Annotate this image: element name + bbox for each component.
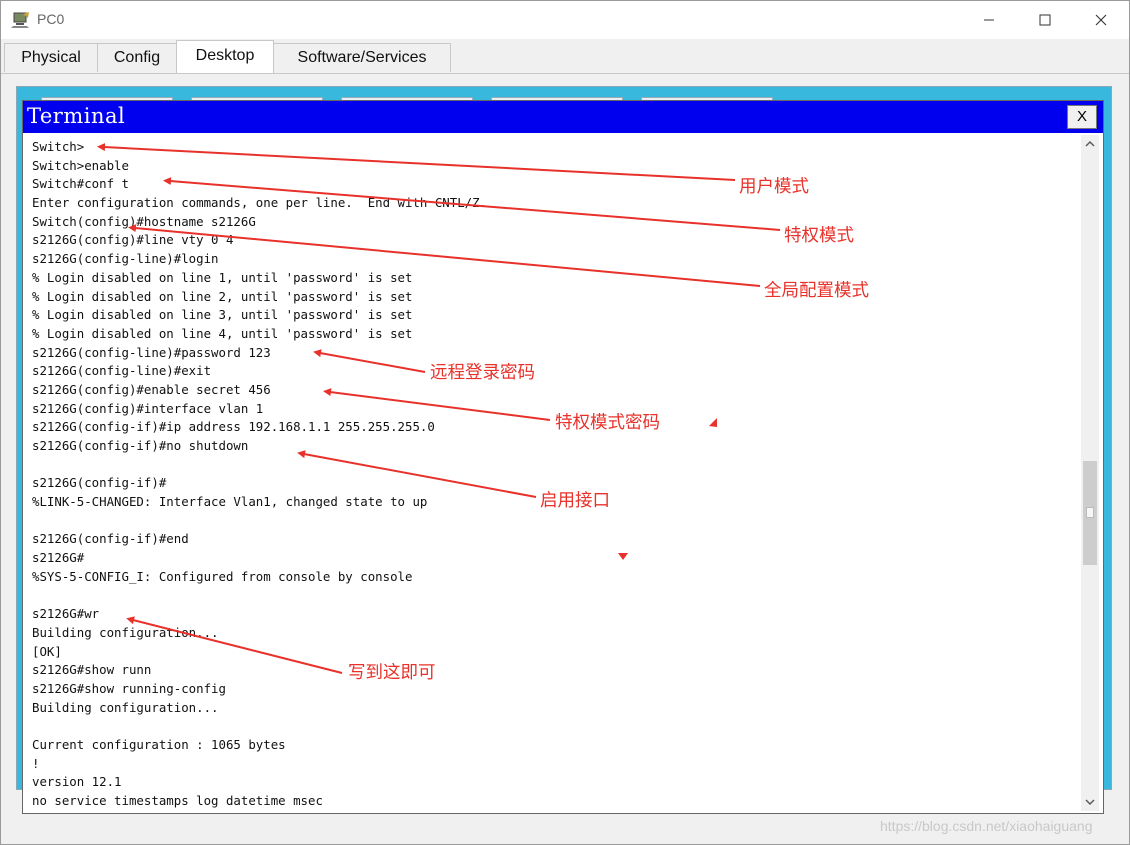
terminal-header: Terminal X xyxy=(23,101,1103,133)
terminal-line: s2126G(config)#interface vlan 1 xyxy=(32,400,264,416)
terminal-line: version 12.1 xyxy=(32,774,122,790)
window-title: PC0 xyxy=(37,11,65,27)
close-icon xyxy=(1095,14,1107,26)
terminal-line: % Login disabled on line 2, until 'passw… xyxy=(32,288,413,304)
terminal-line: no service timestamps log datetime msec xyxy=(32,793,323,809)
maximize-icon xyxy=(1039,14,1051,26)
terminal-line: s2126G#wr xyxy=(32,606,100,622)
terminal-line: Building configuration... xyxy=(32,699,219,715)
chevron-up-icon xyxy=(1085,141,1095,147)
annotation-label-user-mode: 用户模式 xyxy=(739,177,809,197)
terminal-line: s2126G(config-if)# xyxy=(32,475,167,491)
terminal-line: s2126G(config)#line vty 0 4 xyxy=(32,232,234,248)
minimize-button[interactable] xyxy=(961,1,1017,39)
annotation-label-global-config-mode: 全局配置模式 xyxy=(764,281,869,301)
terminal-output[interactable]: Switch> Switch>enable Switch#conf t Enter c… xyxy=(25,135,1079,811)
scroll-up-button[interactable] xyxy=(1081,135,1099,153)
terminal-line: % Login disabled on line 4, until 'passw… xyxy=(32,325,413,341)
watermark: https://blog.csdn.net/xiaohaiguang xyxy=(880,818,1093,834)
pc-app-icon xyxy=(11,12,29,28)
terminal-line: Switch#conf t xyxy=(32,176,129,192)
scroll-down-button[interactable] xyxy=(1081,793,1099,811)
terminal-scrollbar[interactable] xyxy=(1081,135,1099,811)
terminal-line: s2126G(config-if)#ip address 192.168.1.1… xyxy=(32,419,435,435)
terminal-line: s2126G(config-if)#no shutdown xyxy=(32,438,249,453)
terminal-line: Switch(config)#hostname s2126G xyxy=(32,213,256,229)
chevron-down-icon xyxy=(1085,799,1095,805)
tab-desktop[interactable]: Desktop xyxy=(176,40,274,73)
terminal-line: Enter configuration commands, one per li… xyxy=(32,195,488,211)
scrollbar-thumb[interactable] xyxy=(1083,461,1097,565)
terminal-line: ! xyxy=(32,755,40,771)
terminal-line: s2126G(config)#enable secret 456 xyxy=(32,381,271,397)
terminal-line: % Login disabled on line 3, until 'passw… xyxy=(32,307,413,323)
terminal-line: s2126G# xyxy=(32,550,85,566)
terminal-line: s2126G(config-line)#login xyxy=(32,251,219,267)
terminal-line: s2126G(config-if)#end xyxy=(32,531,189,547)
tab-software-services[interactable]: Software/Services xyxy=(273,43,451,72)
annotation-label-remote-login-password: 远程登录密码 xyxy=(430,363,535,383)
tab-physical[interactable]: Physical xyxy=(4,43,98,72)
maximize-button[interactable] xyxy=(1017,1,1073,39)
tab-config[interactable]: Config xyxy=(97,43,177,72)
scrollbar-grip xyxy=(1086,507,1094,518)
annotation-label-privileged-mode: 特权模式 xyxy=(784,226,854,246)
title-bar[interactable]: PC0 xyxy=(1,1,1129,39)
minimize-icon xyxy=(984,19,994,21)
terminal-line: %SYS-5-CONFIG_I: Configured from console… xyxy=(32,568,413,584)
terminal-close-button[interactable]: X xyxy=(1067,105,1097,129)
tab-bar: Physical Config Desktop Software/Service… xyxy=(1,39,1129,74)
terminal-line: Switch> xyxy=(32,139,85,154)
terminal-line: % Login disabled on line 1, until 'passw… xyxy=(32,269,413,285)
terminal-line: Switch>enable xyxy=(32,157,129,173)
terminal-line: s2126G(config-line)#password 123 xyxy=(32,344,271,360)
terminal-line: Current configuration : 1065 bytes xyxy=(32,737,286,752)
annotation-label-write-here: 写到这即可 xyxy=(348,663,436,683)
annotation-label-enable-interface: 启用接口 xyxy=(540,491,610,511)
terminal-lines: Switch> Switch>enable Switch#conf t Enter c… xyxy=(32,138,487,811)
terminal-line: Building configuration... xyxy=(32,624,219,640)
close-button[interactable] xyxy=(1073,1,1129,39)
terminal-line: s2126G(config-line)#exit xyxy=(32,363,212,379)
annotation-label-privileged-password: 特权模式密码 xyxy=(555,413,660,433)
terminal-title: Terminal xyxy=(27,104,126,128)
terminal-window: Terminal X Switch> Switch>enable Switch#co… xyxy=(22,100,1104,814)
terminal-line: %LINK-5-CHANGED: Interface Vlan1, change… xyxy=(32,494,428,510)
